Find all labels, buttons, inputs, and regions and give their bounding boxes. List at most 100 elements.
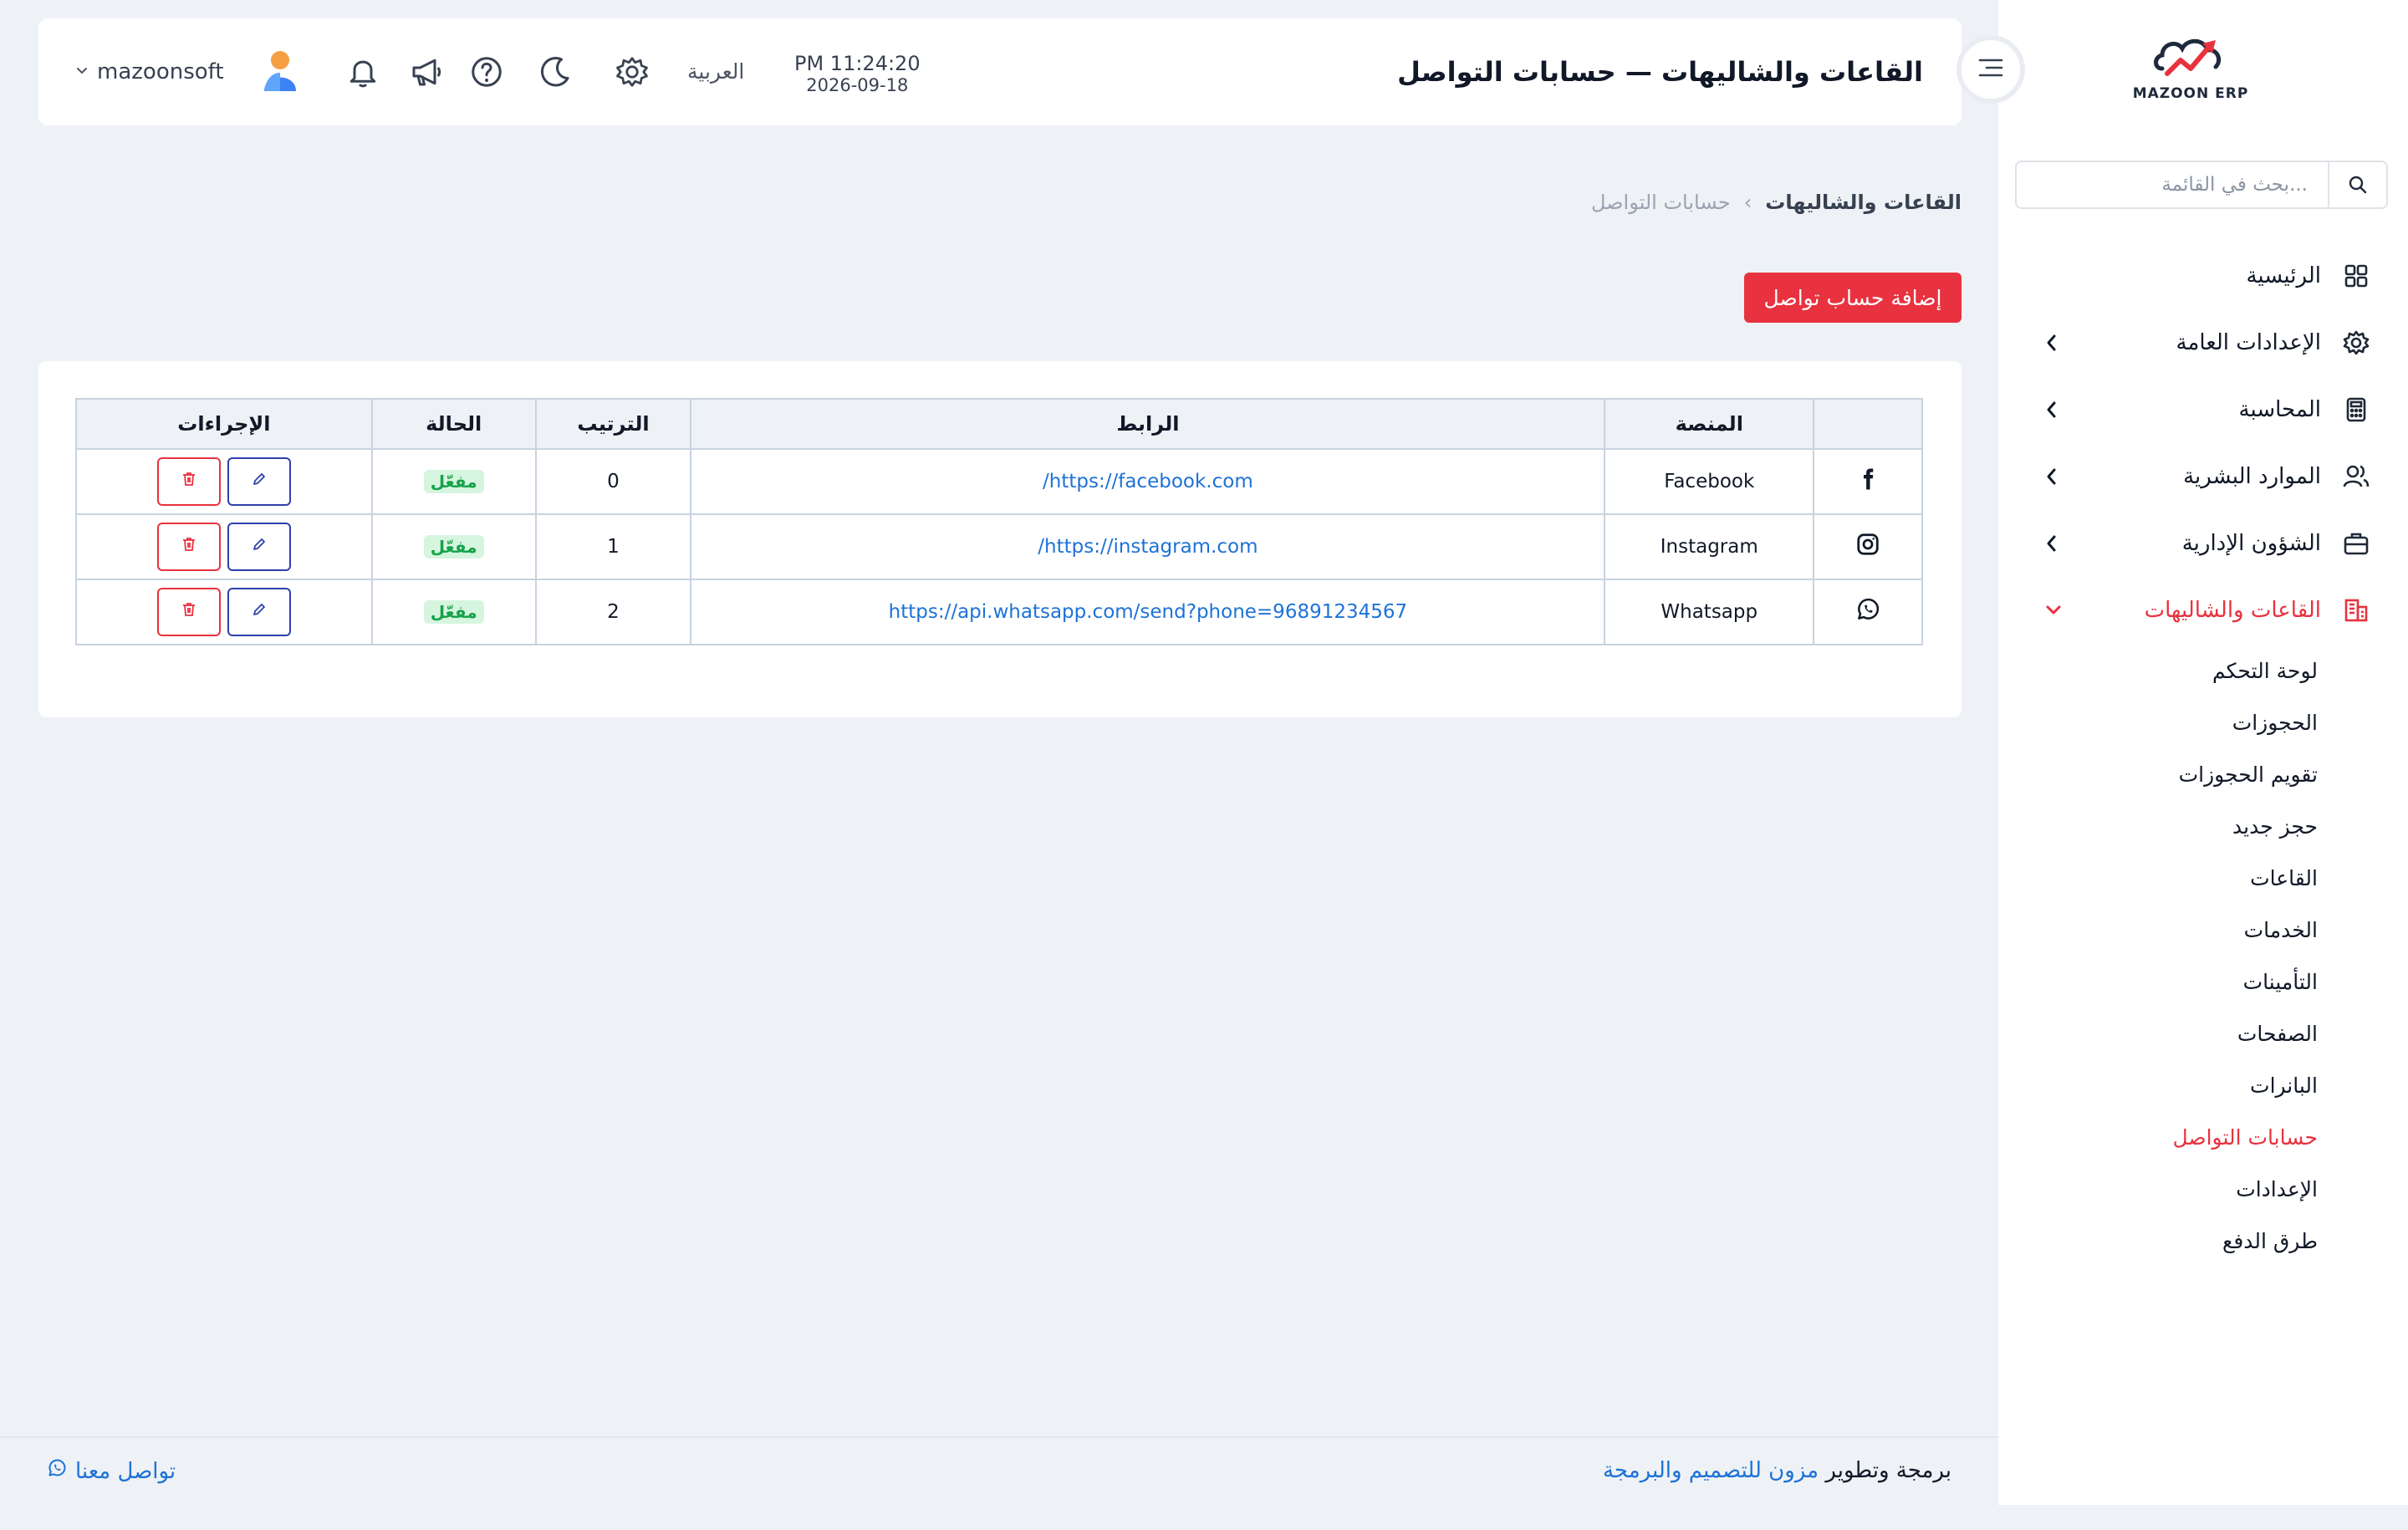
sidebar-item-home[interactable]: الرئيسية — [1998, 242, 2408, 309]
avatar — [261, 48, 299, 96]
edit-button[interactable] — [227, 588, 291, 636]
column-header-order: الترتيب — [534, 398, 692, 450]
whatsapp-icon — [1855, 598, 1880, 627]
footer: برمجة وتطوير مزون للتصميم والبرمجة تواصل… — [0, 1436, 1998, 1505]
language-switch[interactable]: العربية — [687, 18, 744, 125]
trash-icon — [181, 471, 197, 492]
column-header-status: الحالة — [370, 398, 537, 450]
clock: PM 11:24:20 2026-09-18 — [794, 52, 921, 95]
add-social-account-button[interactable]: إضافة حساب تواصل — [1744, 273, 1962, 323]
sidebar-item-halls-chalets[interactable]: القاعات والشاليهات — [1998, 577, 2408, 644]
chevron-down-icon — [2042, 599, 2065, 625]
facebook-icon — [1855, 468, 1880, 497]
top-header: القاعات والشاليهات — حسابات التواصل PM 1… — [38, 18, 1962, 125]
submenu-item-services[interactable]: الخدمات — [1998, 905, 2408, 956]
submenu-item-banners[interactable]: البانرات — [1998, 1060, 2408, 1112]
user-menu[interactable]: mazoonsoft — [75, 18, 299, 125]
submenu-item-bookings[interactable]: الحجوزات — [1998, 697, 2408, 749]
chevron-down-icon — [75, 64, 89, 80]
url-cell: https://api.whatsapp.com/send?phone=9689… — [690, 579, 1606, 645]
delete-button[interactable] — [156, 588, 221, 636]
order-cell: 0 — [534, 448, 692, 515]
actions-cell — [75, 579, 373, 645]
logo-graphic — [2154, 38, 2222, 76]
brand-logo[interactable]: MAZOON ERP — [2128, 32, 2253, 115]
gear-icon — [2341, 328, 2371, 358]
submenu-item-settings[interactable]: الإعدادات — [1998, 1164, 2408, 1216]
chevron-left-icon — [2042, 532, 2062, 558]
social-accounts-card: المنصة الرابط الترتيب الحالة الإجراءات F… — [38, 361, 1962, 717]
megaphone-icon[interactable] — [406, 52, 446, 92]
sidebar-item-label: المحاسبة — [2238, 397, 2321, 422]
url-link[interactable]: https://facebook.com/ — [1043, 471, 1253, 492]
instagram-icon — [1855, 533, 1880, 562]
status-cell: مفعّل — [370, 579, 537, 645]
contact-us-link[interactable]: تواصل معنا — [47, 1458, 176, 1484]
footer-credit-link[interactable]: مزون للتصميم والبرمجة — [1603, 1458, 1819, 1483]
sidebar-item-admin-affairs[interactable]: الشؤون الإدارية — [1998, 510, 2408, 577]
platform-cell: Facebook — [1604, 448, 1815, 515]
submenu-item-dashboard[interactable]: لوحة التحكم — [1998, 645, 2408, 697]
trash-icon — [181, 536, 197, 558]
menu-lines-icon — [1977, 55, 2005, 84]
delete-button[interactable] — [156, 523, 221, 571]
sidebar-toggle-button[interactable] — [1956, 35, 2025, 104]
edit-button[interactable] — [227, 457, 291, 506]
actions-cell — [75, 448, 373, 515]
submenu-item-bookings-calendar[interactable]: تقويم الحجوزات — [1998, 749, 2408, 801]
sidebar: MAZOON ERP الرئيسية الإعدادات العامة الم… — [1998, 0, 2408, 1505]
chevron-left-icon — [2042, 331, 2062, 358]
help-icon[interactable] — [467, 52, 507, 92]
bell-icon[interactable] — [343, 52, 383, 92]
username: mazoonsoft — [97, 59, 224, 84]
status-badge: مفعّل — [423, 600, 484, 624]
contact-us-label: تواصل معنا — [75, 1458, 176, 1484]
sidebar-item-label: الشؤون الإدارية — [2181, 531, 2321, 556]
submenu-item-halls[interactable]: القاعات — [1998, 853, 2408, 905]
url-link[interactable]: https://instagram.com/ — [1038, 536, 1258, 558]
submenu-item-social-accounts[interactable]: حسابات التواصل — [1998, 1112, 2408, 1164]
sidebar-item-label: الرئيسية — [2246, 263, 2321, 288]
users-icon — [2341, 462, 2371, 492]
table-header-row: المنصة الرابط الترتيب الحالة الإجراءات — [75, 398, 1923, 450]
breadcrumb: القاعات والشاليهات ‹ حسابات التواصل — [1591, 191, 1962, 214]
submenu-item-deposits[interactable]: التأمينات — [1998, 956, 2408, 1008]
sidebar-item-hr[interactable]: الموارد البشرية — [1998, 443, 2408, 510]
moon-icon[interactable] — [535, 52, 575, 92]
edit-button[interactable] — [227, 523, 291, 571]
url-cell: https://instagram.com/ — [690, 513, 1606, 580]
url-cell: https://facebook.com/ — [690, 448, 1606, 515]
sidebar-item-label: القاعات والشاليهات — [2144, 598, 2321, 623]
column-header-url: الرابط — [690, 398, 1606, 450]
sidebar-item-general-settings[interactable]: الإعدادات العامة — [1998, 309, 2408, 376]
calculator-icon — [2341, 395, 2371, 425]
submenu-item-payment-methods[interactable]: طرق الدفع — [1998, 1216, 2408, 1267]
table-row: Whatsapp https://api.whatsapp.com/send?p… — [75, 579, 1923, 645]
sidebar-item-accounting[interactable]: المحاسبة — [1998, 376, 2408, 443]
delete-button[interactable] — [156, 457, 221, 506]
social-accounts-table: المنصة الرابط الترتيب الحالة الإجراءات F… — [75, 398, 1923, 645]
logo-text: MAZOON ERP — [2132, 85, 2249, 102]
url-link[interactable]: https://api.whatsapp.com/send?phone=9689… — [889, 601, 1408, 623]
grid-icon — [2341, 261, 2371, 291]
table-row: Instagram https://instagram.com/ 1 مفعّل — [75, 513, 1923, 580]
submenu-item-pages[interactable]: الصفحات — [1998, 1008, 2408, 1060]
column-header-actions: الإجراءات — [75, 398, 373, 450]
sidebar-search-input[interactable] — [2017, 162, 2328, 207]
settings-gear-icon[interactable] — [612, 52, 652, 92]
footer-credit-prefix: برمجة وتطوير — [1825, 1458, 1951, 1483]
chevron-left-icon — [2042, 465, 2062, 492]
clock-date: 2026-09-18 — [806, 75, 909, 95]
sidebar-item-label: الإعدادات العامة — [2176, 330, 2321, 355]
platform-cell: Instagram — [1604, 513, 1815, 580]
status-cell: مفعّل — [370, 513, 537, 580]
pencil-icon — [251, 536, 268, 558]
sidebar-search — [2015, 161, 2388, 209]
building-icon — [2341, 595, 2371, 625]
platform-icon-cell — [1813, 579, 1923, 645]
submenu-item-new-booking[interactable]: حجز جديد — [1998, 801, 2408, 853]
column-header-platform: المنصة — [1604, 398, 1815, 450]
breadcrumb-parent[interactable]: القاعات والشاليهات — [1765, 191, 1962, 214]
pencil-icon — [251, 601, 268, 623]
briefcase-icon — [2341, 528, 2371, 558]
